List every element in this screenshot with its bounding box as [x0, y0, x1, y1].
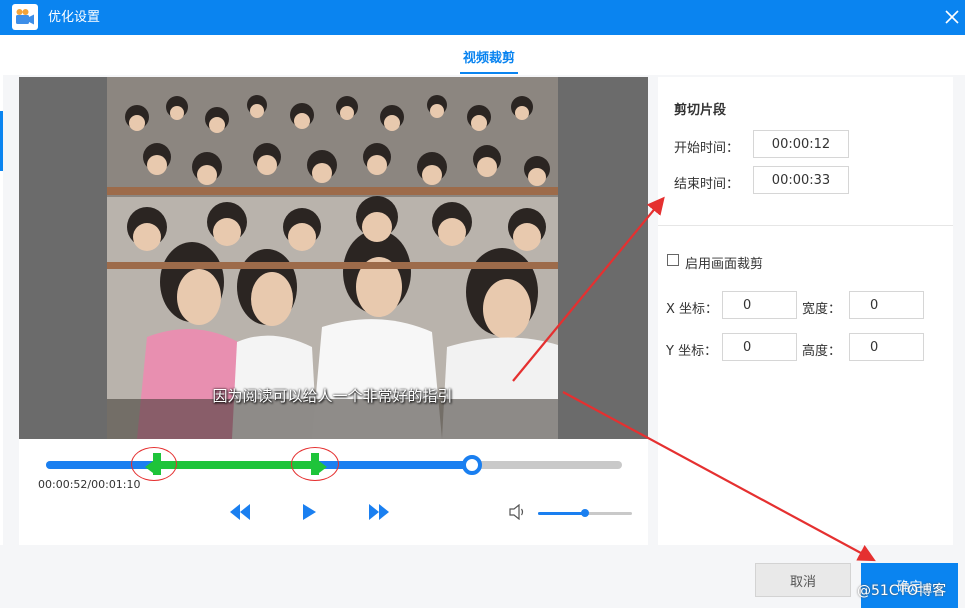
window-title: 优化设置 [48, 10, 101, 25]
video-frame-image: 因为阅读可以给人一个非常好的指引 [107, 77, 558, 439]
fast-forward-icon [369, 504, 389, 520]
close-icon [945, 10, 959, 24]
player-controls: 00:00:52/00:01:10 [19, 439, 648, 545]
speaker-icon [509, 503, 524, 521]
close-button[interactable] [942, 7, 962, 27]
video-camera-icon [12, 4, 38, 30]
video-preview: 因为阅读可以给人一个非常好的指引 [19, 77, 648, 439]
annotation-circle-clip-end [290, 447, 339, 481]
x-coordinate-label: X 坐标： [666, 302, 719, 317]
panel-divider [658, 225, 953, 226]
volume-slider-thumb[interactable] [581, 509, 589, 517]
start-time-input[interactable] [753, 130, 849, 158]
end-time-label: 结束时间： [674, 177, 740, 192]
annotation-circle-clip-start [131, 447, 178, 481]
tab-video-crop[interactable]: 视频裁剪 [449, 47, 529, 66]
settings-panel: 剪切片段 开始时间： 结束时间： 启用画面裁剪 X 坐标： 宽度： Y 坐标： … [658, 77, 953, 545]
volume-button[interactable] [509, 503, 527, 524]
width-label: 宽度： [802, 302, 842, 317]
y-coordinate-input[interactable] [722, 333, 797, 361]
watermark-text: @51CTO博客 [857, 583, 947, 599]
tab-bar: 视频裁剪 [3, 35, 965, 75]
clip-section-title: 剪切片段 [674, 103, 727, 118]
height-input[interactable] [849, 333, 924, 361]
video-subtitle: 因为阅读可以给人一个非常好的指引 [212, 387, 453, 405]
width-input[interactable] [849, 291, 924, 319]
height-label: 高度： [802, 344, 842, 359]
optimize-settings-window: 优化设置 视频裁剪 因为阅读可以给人一个非常好的指引 00:00:52/00:0… [0, 0, 965, 608]
end-time-input[interactable] [753, 166, 849, 194]
left-edge-indicator [0, 111, 3, 171]
fast-forward-button[interactable] [368, 503, 390, 525]
enable-crop-label: 启用画面裁剪 [685, 257, 764, 272]
title-bar: 优化设置 [0, 0, 965, 35]
enable-crop-checkbox[interactable] [667, 254, 679, 266]
rewind-icon [230, 504, 250, 520]
play-icon [303, 504, 316, 520]
y-coordinate-label: Y 坐标： [666, 344, 718, 359]
start-time-label: 开始时间： [674, 141, 740, 156]
x-coordinate-input[interactable] [722, 291, 797, 319]
rewind-button[interactable] [229, 503, 251, 525]
tab-active-underline [460, 72, 518, 74]
timecode: 00:00:52/00:01:10 [38, 478, 141, 491]
volume-slider-fill [538, 512, 585, 515]
left-edge [0, 35, 3, 545]
playhead-thumb[interactable] [462, 455, 483, 475]
play-button[interactable] [301, 503, 317, 525]
cancel-button[interactable]: 取消 [755, 563, 851, 597]
